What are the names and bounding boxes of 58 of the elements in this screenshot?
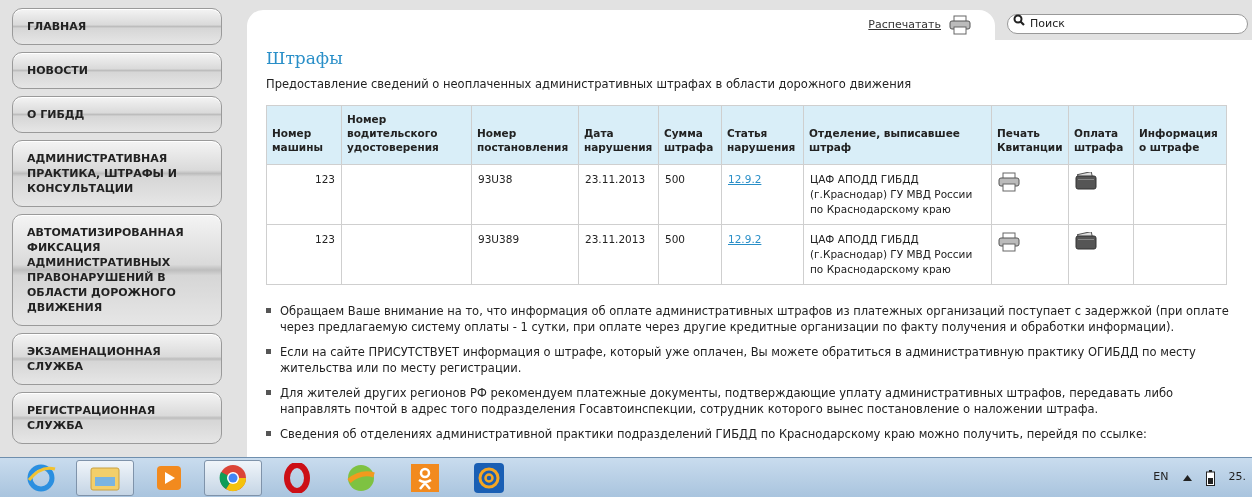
clock[interactable]: 25. [1228,469,1246,486]
printer-icon[interactable] [998,232,1020,253]
menu-item[interactable]: РЕГИСТРАЦИОННАЯ СЛУЖБА [12,392,222,444]
printer-icon[interactable] [949,15,971,35]
column-header: Печать Квитанции [991,105,1069,165]
menu-item[interactable]: АВТОМАТИЗИРОВАННАЯ ФИКСАЦИЯ АДМИНИСТРАТИВНЫХ ПРАВОНАРУШЕНИЙ В ОБЛАСТИ ДОРОЖНОГО ДВИЖЕНИЯ [12,214,222,326]
wallet-icon[interactable] [1075,232,1097,251]
play-icon[interactable] [155,463,183,492]
page-title: Штрафы [266,47,344,70]
table-cell: ЦАФ АПОДД ГИБДД (г.Краснодар) ГУ МВД России по Краснодарскому краю [803,224,992,285]
column-header: Сумма штрафа [658,105,722,165]
bullet-icon [266,390,271,396]
menu-item[interactable]: ГЛАВНАЯ [12,8,222,45]
column-header: Номер машины [266,105,342,165]
note-text: Обращаем Ваше внимание на то, что информация об оплате административных штрафов из платежных организаций поступает с задержкой (при оплате через предлагаемую систему оплаты - 1 сутки, при оплате через другие кредитные организации по факту получения и обработки информации). [280,303,1230,336]
wallet-icon[interactable] [1075,172,1097,191]
table-cell: 93U38 [471,164,579,225]
column-header: Номер водительского удостоверения [341,105,472,165]
wheel-icon[interactable] [218,462,248,493]
table-cell: 23.11.2013 [578,164,659,225]
taskbar-button[interactable] [76,459,134,496]
note-text: Сведения об отделениях административной практики подразделений ГИБДД по Краснодарскому краю можно получить, перейдя по ссылке: [280,426,1147,443]
language-indicator[interactable]: EN [1153,469,1169,486]
table-cell: 93U389 [471,224,579,285]
table-cell: 23.11.2013 [578,224,659,285]
bullet-icon [266,349,271,355]
menu-item[interactable]: ЭКЗАМЕНАЦИОННАЯ СЛУЖБА [12,333,222,385]
table-cell: 123 [266,224,342,285]
article-link[interactable]: 12.9.2 [728,173,762,186]
table-cell: 500 [658,164,722,225]
search-field[interactable]: Поиск [1007,13,1248,34]
column-header: Номер постановления [471,105,579,165]
page-subtitle: Предоставление сведений о неоплаченных административных штрафах в области дорожного движения [266,76,913,93]
table-cell: 123 [266,164,342,225]
note-text: Для жителей других регионов РФ рекомендуем платежные документы, подтверждающие уплату административных штрафов, передавать либо направлять почтой в адрес того подразделения Госавтоинспекции, сотрудник которого вынес постановление о наложении штрафа. [280,385,1174,418]
menu-item[interactable]: АДМИНИСТРАТИВНАЯ ПРАКТИКА, ШТРАФЫ И КОНСУЛЬТАЦИИ [12,140,222,207]
globe-icon[interactable] [26,462,56,493]
search-icon [1013,14,1025,26]
bullet-icon [266,431,271,437]
taskbar-button[interactable] [204,459,262,496]
column-header: Статья нарушения [721,105,804,165]
column-header: Отделение, выписавшее штраф [803,105,992,165]
column-header: Информация о штрафе [1133,105,1227,165]
column-header: Дата нарушения [578,105,659,165]
article-link[interactable]: 12.9.2 [728,233,762,246]
table-cell: 500 [658,224,722,285]
bullet-icon [266,308,271,314]
menu-item[interactable]: НОВОСТИ [12,52,222,89]
menu-item[interactable]: О ГИБДД [12,96,222,133]
figure-icon[interactable] [411,463,439,492]
caret-icon[interactable] [1182,474,1192,481]
table-cell: ЦАФ АПОДД ГИБДД (г.Краснодар) ГУ МВД России по Краснодарскому краю [803,164,992,225]
battery-icon[interactable] [1205,469,1215,486]
column-header: Оплата штрафа [1068,105,1134,165]
note-text: Если на сайте ПРИСУТСТВУЕТ информация о штрафе, который уже оплачен, Вы можете обратиться в административную практику ОГИБДД по месту жительства или по месту регистрации. [280,344,1197,377]
print-link[interactable]: Распечатать [868,16,941,34]
ring-icon[interactable] [284,462,310,493]
printer-icon[interactable] [998,172,1020,193]
